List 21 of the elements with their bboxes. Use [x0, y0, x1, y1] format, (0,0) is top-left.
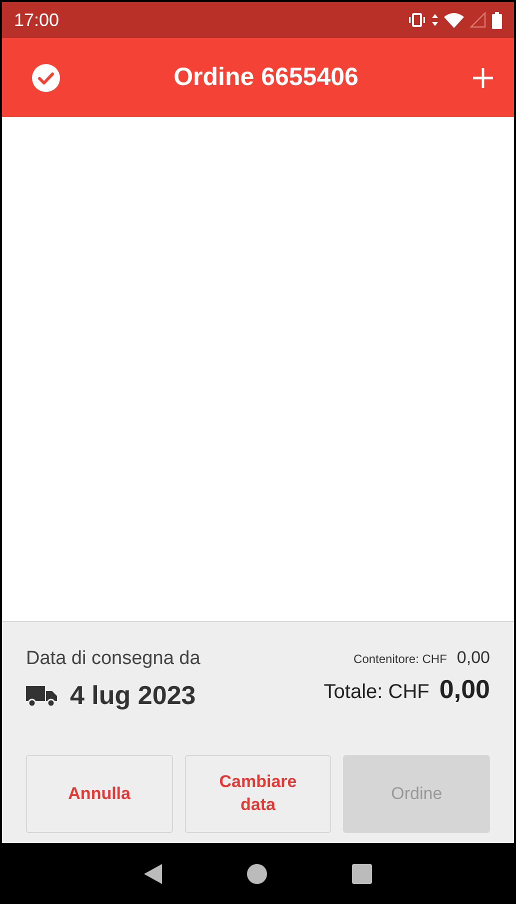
container-label: Contenitore: CHF [354, 652, 447, 666]
action-button[interactable]: Cambiare data [184, 755, 332, 833]
add-icon[interactable] [472, 66, 494, 88]
app-bar-title: Ordine 6655406 [174, 63, 358, 92]
recents-icon[interactable] [352, 864, 372, 884]
data-arrows-icon [432, 13, 438, 27]
delivery-date: 4 lug 2023 [70, 680, 196, 711]
battery-icon [492, 12, 502, 28]
home-icon[interactable] [246, 864, 267, 884]
container-value: 0,00 [456, 648, 490, 668]
action-button[interactable]: Annulla [26, 755, 173, 833]
truck-icon [26, 684, 58, 708]
clock-time: 17:00 [14, 10, 60, 30]
total-label: Totale: CHF [324, 681, 430, 704]
check-icon[interactable] [32, 64, 60, 92]
vibrate-icon [408, 13, 426, 27]
wifi-icon [444, 12, 464, 28]
total-value: 0,00 [439, 674, 490, 705]
signal-icon [470, 12, 486, 28]
back-icon[interactable] [144, 864, 162, 884]
delivery-label: Data di consegna da [26, 648, 200, 670]
